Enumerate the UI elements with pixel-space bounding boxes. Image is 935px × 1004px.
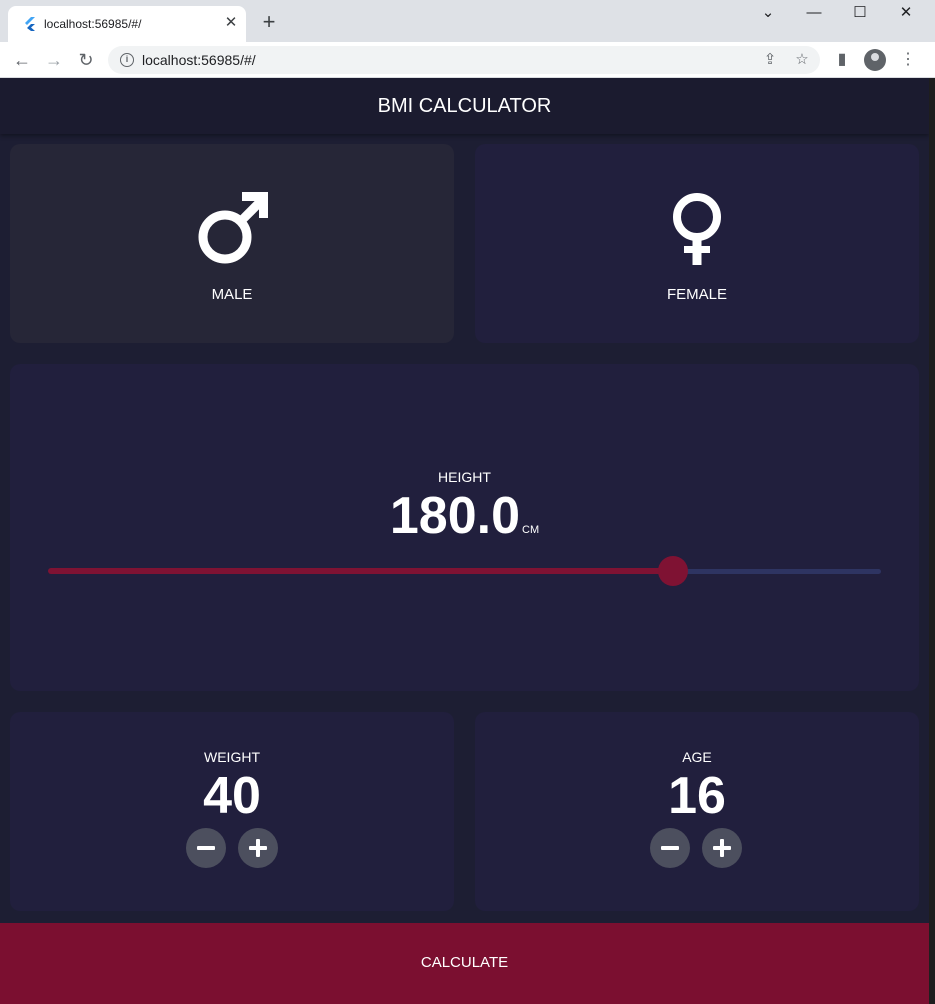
calculate-label: CALCULATE	[420, 954, 509, 971]
flutter-icon	[25, 17, 35, 31]
bmi-app: BMI CALCULATOR MALE FEMALE HEIGHT 180.0 C…	[0, 78, 929, 1004]
reload-icon[interactable]: ↻	[74, 48, 98, 72]
back-icon[interactable]: ←	[10, 48, 34, 72]
bookmark-star-icon[interactable]: ☆	[792, 50, 812, 70]
male-label: MALE	[211, 286, 253, 303]
forward-icon[interactable]: →	[42, 48, 66, 72]
browser-menu-icon[interactable]: ⋮	[896, 48, 920, 72]
slider-thumb[interactable]	[657, 556, 688, 586]
site-info-icon[interactable]: i	[120, 53, 134, 67]
female-label: FEMALE	[666, 286, 727, 303]
slider-active-track	[48, 568, 673, 574]
weight-label: WEIGHT	[204, 749, 260, 765]
age-card: AGE 16	[475, 712, 919, 911]
weight-card: WEIGHT 40	[10, 712, 454, 911]
browser-tab[interactable]: localhost:56985/#/ ✕	[8, 6, 246, 42]
url-text[interactable]: localhost:56985/#/	[142, 52, 256, 68]
window-close-icon[interactable]: ✕	[883, 2, 929, 24]
profile-avatar-icon[interactable]	[864, 49, 886, 71]
male-card[interactable]: MALE	[10, 144, 454, 343]
height-card: HEIGHT 180.0 CM	[10, 364, 919, 691]
height-unit: CM	[522, 524, 540, 536]
tab-search-icon[interactable]: ⌄	[745, 2, 791, 24]
female-card[interactable]: FEMALE	[475, 144, 919, 343]
height-value: 180.0	[389, 487, 521, 545]
browser-toolbar: ← → ↻ i localhost:56985/#/ ⇪ ☆ ▮ ⋮	[0, 42, 935, 78]
tab-close-icon[interactable]: ✕	[222, 14, 240, 32]
plus-icon-vertical	[256, 839, 260, 857]
minimize-icon[interactable]: —	[791, 2, 837, 24]
age-increment-button[interactable]	[702, 828, 742, 868]
tab-title: localhost:56985/#/	[44, 17, 142, 31]
height-readout: 180.0 CM	[10, 486, 919, 546]
female-symbol-icon	[673, 193, 721, 265]
weight-decrement-button[interactable]	[186, 828, 226, 868]
calculate-button[interactable]: CALCULATE	[0, 923, 929, 1004]
maximize-icon[interactable]: ☐	[837, 2, 883, 24]
share-icon[interactable]: ⇪	[760, 50, 780, 70]
browser-tab-strip: localhost:56985/#/ ✕ + ⌄ — ☐ ✕	[0, 0, 935, 42]
minus-icon	[197, 846, 215, 850]
minus-icon	[661, 846, 679, 850]
background-window-edge	[929, 78, 935, 1004]
height-slider[interactable]	[48, 556, 881, 586]
side-panel-icon[interactable]: ▮	[830, 48, 854, 72]
new-tab-icon[interactable]: +	[258, 11, 280, 34]
weight-increment-button[interactable]	[238, 828, 278, 868]
age-decrement-button[interactable]	[650, 828, 690, 868]
address-bar[interactable]: i localhost:56985/#/ ⇪ ☆	[108, 46, 820, 74]
weight-value: 40	[203, 767, 261, 825]
slider-inactive-track	[672, 569, 881, 574]
male-symbol-icon	[198, 192, 268, 264]
height-label: HEIGHT	[438, 469, 491, 485]
app-bar: BMI CALCULATOR	[0, 78, 929, 134]
app-title: BMI CALCULATOR	[377, 95, 552, 117]
plus-icon-vertical	[720, 839, 724, 857]
age-value: 16	[668, 767, 726, 825]
age-label: AGE	[682, 749, 712, 765]
